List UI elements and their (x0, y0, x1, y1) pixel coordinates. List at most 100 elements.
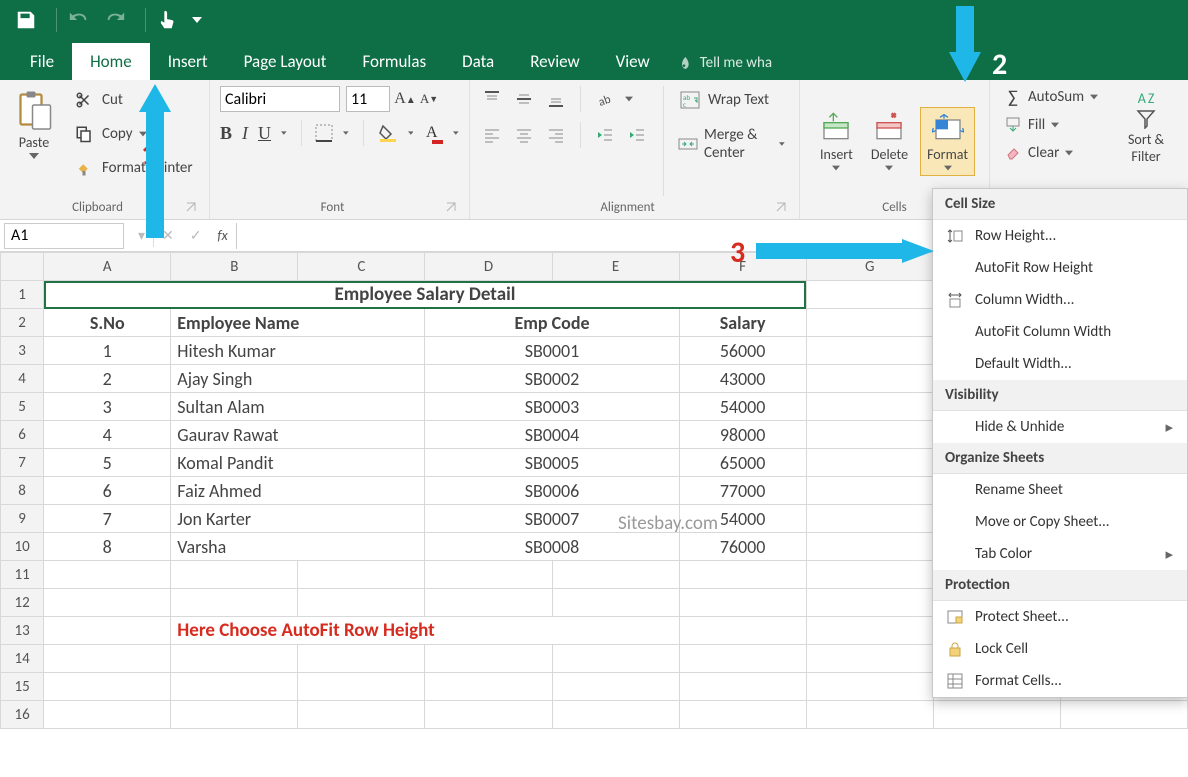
row-header[interactable]: 11 (1, 561, 44, 589)
cut-button[interactable]: Cut (68, 86, 197, 114)
cell[interactable]: S.No (44, 309, 171, 337)
col-header[interactable]: B (171, 253, 298, 281)
cell[interactable]: 4 (44, 421, 171, 449)
cell[interactable] (298, 673, 425, 701)
delete-cells-button[interactable]: Delete (865, 108, 914, 175)
clear-button[interactable]: Clear (1000, 142, 1102, 164)
cell[interactable]: Jon Karter (171, 505, 425, 533)
cell[interactable] (679, 673, 806, 701)
cell[interactable] (1060, 701, 1187, 729)
cell[interactable]: 2 (44, 365, 171, 393)
cell[interactable] (806, 449, 933, 477)
row-header[interactable]: 15 (1, 673, 44, 701)
fx-button[interactable]: fx (210, 227, 236, 244)
fill-dropdown-icon[interactable] (408, 130, 414, 136)
orientation-icon[interactable]: ab (593, 87, 617, 111)
cell[interactable] (425, 561, 552, 589)
cell[interactable]: Sultan Alam (171, 393, 425, 421)
cell[interactable] (298, 561, 425, 589)
font-size-combo[interactable] (346, 86, 390, 112)
cell[interactable]: Faiz Ahmed (171, 477, 425, 505)
font-name-combo[interactable] (220, 86, 340, 112)
cell[interactable]: 76000 (679, 533, 806, 561)
cell[interactable]: SB0003 (425, 393, 679, 421)
cell[interactable] (806, 561, 933, 589)
qat-dropdown-icon[interactable] (190, 6, 204, 34)
sort-filter-button[interactable]: AZ Sort & Filter (1114, 86, 1178, 169)
row-header[interactable]: 10 (1, 533, 44, 561)
row-header[interactable]: 2 (1, 309, 44, 337)
menu-column-width[interactable]: Column Width... (933, 284, 1187, 316)
row-header[interactable]: 7 (1, 449, 44, 477)
fill-button[interactable]: Fill (1000, 114, 1102, 136)
tab-formulas[interactable]: Formulas (344, 43, 444, 80)
cell[interactable] (425, 645, 552, 673)
menu-rename-sheet[interactable]: Rename Sheet (933, 474, 1187, 506)
cell[interactable] (806, 533, 933, 561)
cell[interactable]: 1 (44, 337, 171, 365)
cell[interactable]: 7 (44, 505, 171, 533)
cell[interactable]: SB0005 (425, 449, 679, 477)
paste-button[interactable]: Paste (10, 86, 58, 163)
tab-insert[interactable]: Insert (150, 43, 226, 80)
font-dialog-icon[interactable] (445, 201, 459, 215)
cell[interactable] (171, 645, 298, 673)
menu-format-cells[interactable]: Format Cells... (933, 665, 1187, 697)
cell[interactable] (552, 645, 679, 673)
insert-cells-button[interactable]: Insert (814, 108, 859, 175)
alignment-dialog-icon[interactable] (775, 201, 789, 215)
tab-file[interactable]: File (12, 43, 72, 80)
row-header[interactable]: 12 (1, 589, 44, 617)
format-cells-button[interactable]: Format (920, 107, 975, 176)
cell[interactable] (298, 589, 425, 617)
row-header[interactable]: 6 (1, 421, 44, 449)
save-icon[interactable] (12, 6, 40, 34)
cell[interactable]: Varsha (171, 533, 425, 561)
redo-icon[interactable] (101, 6, 129, 34)
merge-dropdown-icon[interactable] (779, 141, 785, 147)
menu-default-width[interactable]: Default Width... (933, 348, 1187, 380)
menu-hide-unhide[interactable]: Hide & Unhide ▸ (933, 411, 1187, 443)
cell[interactable] (552, 561, 679, 589)
cell[interactable] (44, 589, 171, 617)
touch-mode-icon[interactable] (154, 6, 182, 34)
fill-color-icon[interactable] (378, 121, 398, 145)
align-bottom-icon[interactable] (544, 87, 568, 111)
cell[interactable] (806, 309, 933, 337)
align-middle-icon[interactable] (512, 87, 536, 111)
align-left-icon[interactable] (480, 123, 504, 147)
menu-autofit-row[interactable]: AutoFit Row Height (933, 252, 1187, 284)
cell[interactable]: 98000 (679, 421, 806, 449)
cell[interactable]: SB0002 (425, 365, 679, 393)
cell[interactable]: 3 (44, 393, 171, 421)
cell[interactable] (44, 617, 171, 645)
align-top-icon[interactable] (480, 87, 504, 111)
enter-formula-icon[interactable]: ✓ (182, 227, 210, 244)
cell[interactable] (679, 701, 806, 729)
align-right-icon[interactable] (544, 123, 568, 147)
cell[interactable] (806, 701, 933, 729)
col-header[interactable]: A (44, 253, 171, 281)
undo-icon[interactable] (65, 6, 93, 34)
cell[interactable] (806, 421, 933, 449)
col-header[interactable]: G (806, 253, 933, 281)
cell[interactable] (679, 561, 806, 589)
indent-increase-icon[interactable] (625, 123, 649, 147)
cell[interactable]: 77000 (679, 477, 806, 505)
cell[interactable]: 65000 (679, 449, 806, 477)
format-painter-button[interactable]: Format Painter (68, 154, 197, 182)
cell[interactable]: Employee Name (171, 309, 425, 337)
cell[interactable] (171, 673, 298, 701)
cell[interactable] (806, 477, 933, 505)
merge-center-button[interactable]: Merge & Center (674, 124, 789, 164)
cell[interactable] (552, 673, 679, 701)
cell[interactable]: Ajay Singh (171, 365, 425, 393)
cell[interactable] (679, 589, 806, 617)
cell[interactable] (806, 393, 933, 421)
cell[interactable]: Salary (679, 309, 806, 337)
col-header[interactable]: E (552, 253, 679, 281)
row-header[interactable]: 13 (1, 617, 44, 645)
cell[interactable] (679, 645, 806, 673)
cancel-formula-icon[interactable]: ✕ (154, 227, 182, 244)
cell[interactable] (806, 337, 933, 365)
